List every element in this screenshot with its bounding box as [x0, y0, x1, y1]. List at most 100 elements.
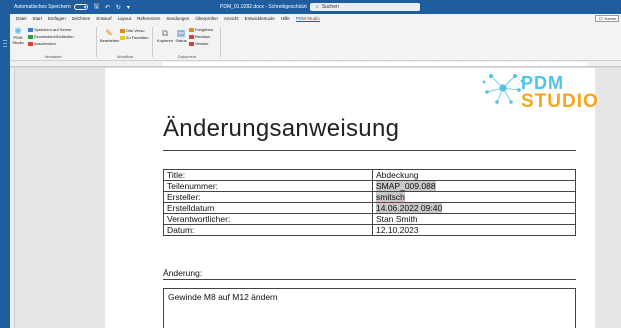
status-button[interactable]: ▤ Status: [175, 28, 187, 43]
version-button[interactable]: Version: [189, 41, 208, 46]
bearbeiten-button[interactable]: ✎ Bearbeiten: [100, 28, 120, 43]
undo-icon[interactable]: ↶: [105, 4, 110, 11]
status-label: Status: [175, 38, 187, 43]
freigeben-label: Freigeben: [195, 27, 214, 32]
tab-pdm-studio[interactable]: PDM Studio: [295, 16, 320, 22]
customize-qat-icon[interactable]: ▾: [127, 4, 130, 11]
property-key: Verantwortlicher:: [163, 213, 373, 225]
zu-favoriten-label: Zu Favoriten: [126, 35, 149, 40]
property-value-text: 12.10.2023: [376, 225, 419, 235]
tab-datei[interactable]: Datei: [16, 16, 27, 21]
property-value-text: smitsch: [376, 192, 405, 202]
status-icon: ▤: [176, 28, 186, 38]
save-server-button[interactable]: Speichern auf Server: [28, 27, 72, 32]
tab-start[interactable]: Start: [33, 16, 43, 21]
checkout-label: Auschecken: [34, 41, 56, 46]
freigeben-button[interactable]: Freigeben: [189, 27, 213, 32]
release-icon: [189, 27, 194, 32]
table-row: Verantwortlicher: Stan Smith: [163, 213, 576, 225]
property-key: Erstelldatum: [163, 202, 373, 214]
group-verwalten: ✺ PDM Studio Speichern auf Server Einche…: [12, 25, 97, 59]
table-row: Ersteller: smitsch: [163, 191, 576, 203]
group-label-workflow: Workflow: [116, 54, 134, 59]
autosave-toggle[interactable]: [73, 4, 88, 10]
table-row: Teilenummer: SMAP_009.088: [163, 180, 576, 192]
autosave-label: Automatisches Speichern: [14, 4, 71, 10]
table-row: Erstelldatum 14.06.2022 09:40: [163, 202, 576, 214]
bearbeiten-label: Bearbeiten: [100, 38, 120, 43]
comment-button[interactable]: 🗨 Komm: [595, 15, 619, 22]
tab-entwurf[interactable]: Entwurf: [96, 16, 111, 21]
property-key: Teilenummer:: [163, 180, 373, 192]
tab-zeichnen[interactable]: Zeichnen: [72, 16, 91, 21]
checkin-icon: [28, 34, 33, 39]
workflow-icon: [120, 28, 125, 33]
pencil-icon: ✎: [105, 28, 113, 38]
change-label: Änderung:: [163, 268, 203, 278]
kopieren-button[interactable]: ⧉ Kopieren: [156, 28, 174, 43]
tab-sendungen[interactable]: Sendungen: [166, 16, 189, 21]
tab-ansicht[interactable]: Ansicht: [224, 16, 239, 21]
redo-icon[interactable]: ↻: [116, 4, 121, 11]
save-server-label: Speichern auf Server: [34, 27, 72, 32]
property-value[interactable]: smitsch: [372, 191, 576, 203]
horizontal-ruler[interactable]: · · · · · · · · · · · · · · · · · ·: [10, 61, 621, 67]
search-placeholder: Suchen: [321, 4, 339, 10]
change-text-box[interactable]: Gewinde M8 auf M12 ändern: [163, 288, 576, 328]
copy-icon: ⧉: [161, 28, 169, 38]
logo-text-studio: STUDIO: [521, 91, 599, 112]
dirk-versu-button[interactable]: Dirk Versu: [120, 28, 144, 33]
checkout-icon: [28, 41, 33, 46]
comment-icon: 🗨: [598, 16, 604, 21]
server-save-icon: [28, 27, 33, 32]
tab-entwicklertools[interactable]: Entwicklertools: [245, 16, 275, 21]
strip-grip: [3, 43, 7, 44]
group-label-verwalten: Verwalten: [44, 54, 62, 59]
comment-label: Komm: [604, 16, 616, 21]
tab-hilfe[interactable]: Hilfe: [281, 16, 290, 21]
group-dokument: ⧉ Kopieren ▤ Status Freigeben Revision V…: [156, 25, 221, 59]
ribbon: ✺ PDM Studio Speichern auf Server Einche…: [10, 23, 621, 61]
search-input[interactable]: ⌕ Suchen: [310, 3, 420, 11]
property-value[interactable]: 12.10.2023: [372, 224, 576, 236]
pdm-studio-logo: PDM STUDIO: [481, 68, 598, 124]
property-value-text: Stan Smith: [376, 214, 418, 224]
star-icon: [120, 35, 125, 40]
table-row: Datum: 12.10.2023: [163, 224, 576, 236]
tab-einfuegen[interactable]: Einfügen: [48, 16, 66, 21]
tab-layout[interactable]: Layout: [118, 16, 132, 21]
group-separator: [152, 27, 153, 57]
property-value-text: Abdeckung: [376, 170, 419, 180]
pdm-studio-button[interactable]: ✺ PDM Studio: [12, 27, 24, 45]
property-key: Ersteller:: [163, 191, 373, 203]
title-bar: Automatisches Speichern 🖫 ↶ ↻ ▾ PDM_01.0…: [10, 0, 621, 14]
table-row: Title: Abdeckung: [163, 169, 576, 181]
kopieren-label: Kopieren: [156, 38, 173, 43]
property-value[interactable]: Stan Smith: [372, 213, 576, 225]
menu-bar: Datei Start Einfügen Zeichnen Entwurf La…: [10, 14, 621, 23]
property-value[interactable]: Abdeckung: [372, 169, 576, 181]
checkin-close-button[interactable]: Einchecken/Schließen: [28, 34, 74, 39]
group-separator: [96, 27, 97, 57]
tab-referenzen[interactable]: Referenzen: [137, 16, 160, 21]
zu-favoriten-button[interactable]: Zu Favoriten: [120, 35, 148, 40]
revision-icon: [189, 34, 194, 39]
group-label-dokument: Dokument: [177, 54, 197, 59]
pdm-studio-label: PDM Studio: [12, 35, 24, 45]
change-rule: [163, 279, 576, 280]
property-value[interactable]: SMAP_009.088: [372, 180, 576, 192]
vertical-ruler[interactable]: [10, 68, 15, 328]
document-page[interactable]: PDM STUDIO Änderungsanweisung Title: Abd…: [105, 68, 598, 328]
group-workflow: ✎ Bearbeiten Dirk Versu Zu Favoriten Wor…: [100, 25, 153, 59]
revision-label: Revision: [195, 34, 211, 39]
group-separator: [220, 27, 221, 57]
version-icon: [189, 41, 194, 46]
strip-grip: [3, 46, 7, 47]
revision-button[interactable]: Revision: [189, 34, 210, 39]
document-heading: Änderungsanweisung: [163, 115, 400, 142]
property-value[interactable]: 14.06.2022 09:40: [372, 202, 576, 214]
version-label: Version: [195, 41, 209, 46]
save-icon[interactable]: 🖫: [94, 2, 99, 12]
tab-ueberpruefen[interactable]: Überprüfen: [195, 16, 218, 21]
checkout-button[interactable]: Auschecken: [28, 41, 56, 46]
